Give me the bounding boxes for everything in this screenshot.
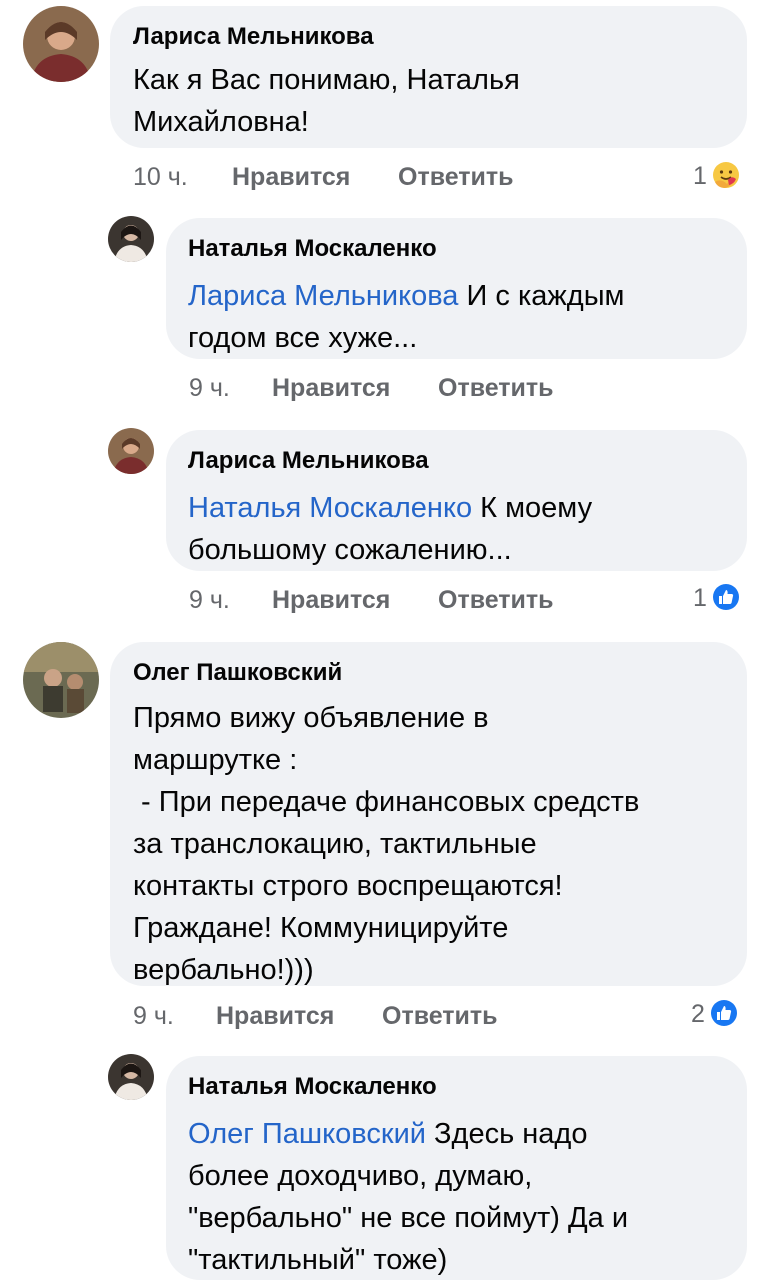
comment-author[interactable]: Олег Пашковский xyxy=(133,659,342,687)
comment-bubble: Лариса Мельникова Как я Вас понимаю, Нат… xyxy=(110,6,747,148)
comment-text: Как я Вас понимаю, Наталья Михайловна! xyxy=(133,59,520,143)
comment-line: маршрутке : xyxy=(133,744,298,776)
comment-line: Прямо вижу объявление в xyxy=(133,702,489,734)
comment-text: Прямо вижу объявление в маршрутке : - Пр… xyxy=(133,697,639,991)
comment-time[interactable]: 9 ч. xyxy=(189,374,230,403)
user-photo-icon xyxy=(23,642,99,718)
comment: Лариса Мельникова Как я Вас понимаю, Нат… xyxy=(0,0,770,200)
comment-line: более доходчиво, думаю, xyxy=(188,1160,533,1192)
comment-line: К моему xyxy=(480,492,593,524)
comment-text: Олег Пашковский Здесь надо более доходчи… xyxy=(188,1113,628,1281)
comment-line: контакты строго воспрещаются! xyxy=(133,870,563,902)
care-emoji-icon xyxy=(711,160,741,190)
comment-author[interactable]: Наталья Москаленко xyxy=(188,235,437,263)
mention-link[interactable]: Наталья Москаленко xyxy=(188,492,472,524)
comment-bubble: Олег Пашковский Прямо вижу объявление в … xyxy=(110,642,747,986)
comment-line: Как я Вас понимаю, Наталья xyxy=(133,64,520,96)
reaction-summary[interactable]: 2 xyxy=(691,998,753,1030)
avatar[interactable] xyxy=(23,6,99,82)
comment-author[interactable]: Наталья Москаленко xyxy=(188,1073,437,1101)
user-photo-icon xyxy=(108,428,154,474)
like-button[interactable]: Нравится xyxy=(216,1002,334,1031)
comment-bubble: Наталья Москаленко Лариса Мельникова И с… xyxy=(166,218,747,359)
reaction-summary[interactable]: 1 xyxy=(693,160,753,192)
user-photo-icon xyxy=(23,6,99,82)
user-photo-icon xyxy=(108,1054,154,1100)
comment-line: "вербально" не все поймут) Да и xyxy=(188,1202,629,1234)
user-photo-icon xyxy=(108,216,154,262)
avatar[interactable] xyxy=(108,216,154,262)
reaction-count: 1 xyxy=(693,584,707,612)
comment-actions: 9 ч. Нравится Ответить xyxy=(133,1002,553,1032)
comment-line: Граждане! Коммуницируйте xyxy=(133,912,509,944)
comment-line: вербально!))) xyxy=(133,954,314,986)
reply-button[interactable]: Ответить xyxy=(438,374,554,403)
reaction-count: 2 xyxy=(691,1000,705,1028)
comment-author[interactable]: Лариса Мельникова xyxy=(133,23,374,51)
comment-actions: 9 ч. Нравится Ответить xyxy=(189,374,609,404)
comment-author[interactable]: Лариса Мельникова xyxy=(188,447,429,475)
like-icon xyxy=(711,582,741,612)
avatar[interactable] xyxy=(108,1054,154,1100)
comment-line: Здесь надо xyxy=(434,1118,588,1150)
reply-comment: Наталья Москаленко Олег Пашковский Здесь… xyxy=(0,1048,770,1280)
comment-line: И с каждым xyxy=(466,280,625,312)
comment-text: Наталья Москаленко К моему большому сожа… xyxy=(188,487,592,571)
like-button[interactable]: Нравится xyxy=(272,586,390,615)
comment-line: Михайловна! xyxy=(133,106,309,138)
reply-comment: Наталья Москаленко Лариса Мельникова И с… xyxy=(0,210,770,420)
reply-button[interactable]: Ответить xyxy=(398,163,514,192)
comment: Олег Пашковский Прямо вижу объявление в … xyxy=(0,636,770,1046)
like-icon xyxy=(709,998,739,1028)
comment-time[interactable]: 9 ч. xyxy=(133,1002,174,1031)
comment-line: - При передаче финансовых средств xyxy=(133,786,640,818)
comment-time[interactable]: 10 ч. xyxy=(133,163,188,192)
comment-text: Лариса Мельникова И с каждым годом все х… xyxy=(188,275,625,359)
comment-bubble: Лариса Мельникова Наталья Москаленко К м… xyxy=(166,430,747,571)
like-button[interactable]: Нравится xyxy=(232,163,350,192)
reply-button[interactable]: Ответить xyxy=(438,586,554,615)
avatar[interactable] xyxy=(108,428,154,474)
comment-line: годом все хуже... xyxy=(188,322,418,354)
comment-line: "тактильный" тоже) xyxy=(188,1244,448,1276)
reply-button[interactable]: Ответить xyxy=(382,1002,498,1031)
comment-actions: 10 ч. Нравится Ответить xyxy=(133,163,553,193)
comment-actions: 9 ч. Нравится Ответить xyxy=(189,586,609,616)
comment-line: большому сожалению... xyxy=(188,534,512,566)
reply-comment: Лариса Мельникова Наталья Москаленко К м… xyxy=(0,422,770,632)
avatar[interactable] xyxy=(23,642,99,718)
reaction-count: 1 xyxy=(693,162,707,190)
comment-time[interactable]: 9 ч. xyxy=(189,586,230,615)
like-button[interactable]: Нравится xyxy=(272,374,390,403)
comment-bubble: Наталья Москаленко Олег Пашковский Здесь… xyxy=(166,1056,747,1280)
mention-link[interactable]: Лариса Мельникова xyxy=(188,280,458,312)
mention-link[interactable]: Олег Пашковский xyxy=(188,1118,426,1150)
reaction-summary[interactable]: 1 xyxy=(693,582,753,614)
comment-line: за транслокацию, тактильные xyxy=(133,828,537,860)
